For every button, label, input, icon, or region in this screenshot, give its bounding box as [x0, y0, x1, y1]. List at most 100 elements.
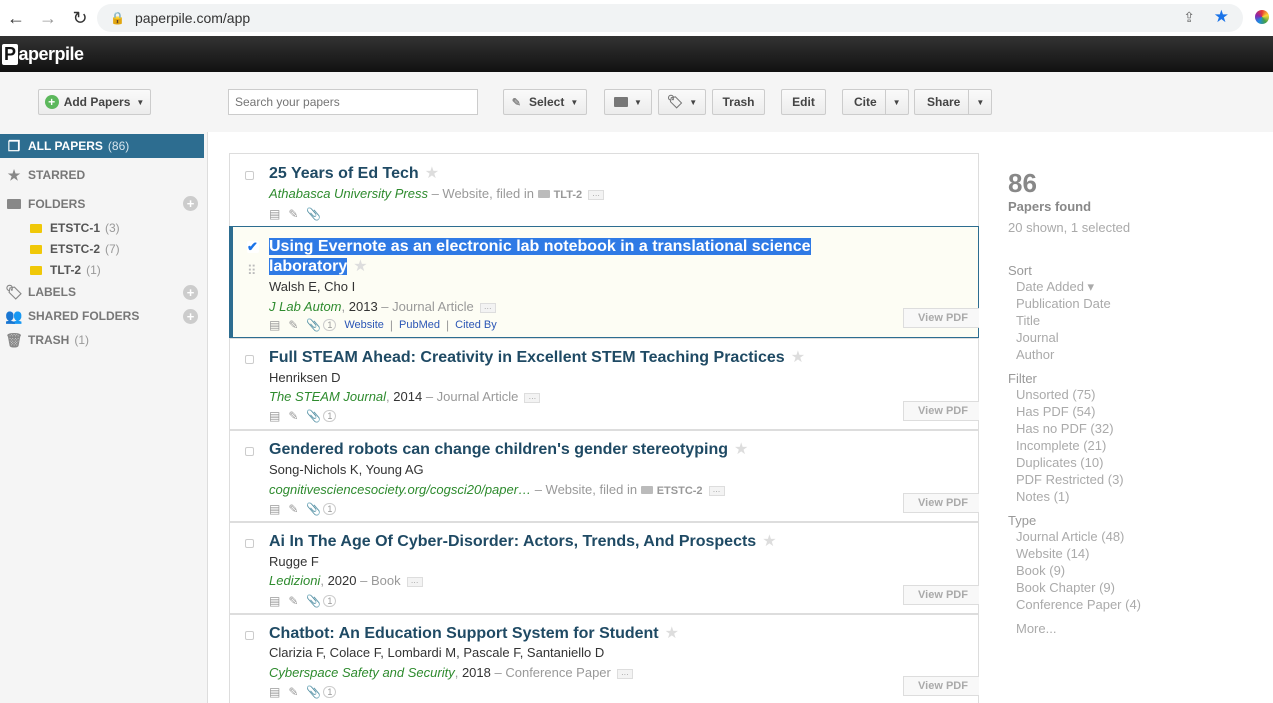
paper-checkbox[interactable] — [245, 539, 254, 548]
sort-option-title[interactable]: Title — [1016, 312, 1258, 329]
cite-button[interactable]: Cite ▼ — [842, 89, 909, 115]
filter-option-notes[interactable]: Notes (1) — [1016, 488, 1258, 505]
paper-row-selected[interactable]: ✔ ⠿ Using Evernote as an electronic lab … — [229, 226, 979, 338]
forward-icon[interactable]: → — [32, 8, 64, 29]
view-pdf-button[interactable]: View PDF — [903, 585, 979, 605]
sort-option-journal[interactable]: Journal — [1016, 329, 1258, 346]
sidebar-item-folders[interactable]: FOLDERS + — [0, 192, 204, 216]
sort-option-publication-date[interactable]: Publication Date — [1016, 295, 1258, 312]
notes-icon[interactable]: ▤ — [269, 594, 280, 608]
paperclip-icon[interactable]: 📎 — [306, 685, 321, 699]
chevron-down-icon[interactable]: ▼ — [884, 90, 908, 114]
label-button[interactable]: 🏷 ▼ — [658, 89, 706, 115]
paper-checkbox[interactable] — [245, 631, 254, 640]
paper-row[interactable]: Chatbot: An Education Support System for… — [229, 614, 979, 703]
sidebar-item-starred[interactable]: ★ STARRED — [0, 163, 204, 187]
pubmed-link[interactable]: PubMed — [399, 319, 440, 331]
more-icon[interactable]: … — [524, 392, 541, 403]
type-option-book-chapter[interactable]: Book Chapter (9) — [1016, 579, 1258, 596]
paperclip-icon[interactable]: 📎 — [306, 502, 321, 516]
filter-option-incomplete[interactable]: Incomplete (21) — [1016, 437, 1258, 454]
pencil-icon[interactable]: ✎ — [288, 594, 298, 608]
add-folder-icon[interactable]: + — [183, 196, 198, 211]
folder-item[interactable]: ETSTC-1 (3) — [30, 218, 120, 238]
star-icon[interactable]: ★ — [734, 441, 748, 458]
type-option-journal-article[interactable]: Journal Article (48) — [1016, 528, 1258, 545]
paperclip-icon[interactable]: 📎 — [306, 318, 321, 332]
paper-row[interactable]: Full STEAM Ahead: Creativity in Excellen… — [229, 338, 979, 430]
paper-checkbox[interactable] — [245, 447, 254, 456]
edit-button[interactable]: Edit — [781, 89, 826, 115]
sidebar-item-all-papers[interactable]: ❐ ALL PAPERS (86) — [0, 134, 204, 158]
filter-option-has-pdf[interactable]: Has PDF (54) — [1016, 403, 1258, 420]
paper-row[interactable]: Gendered robots can change children's ge… — [229, 430, 979, 522]
paper-row[interactable]: 25 Years of Ed Tech ★ Athabasca Universit… — [229, 153, 979, 227]
pencil-icon[interactable]: ✎ — [288, 502, 298, 516]
view-pdf-button[interactable]: View PDF — [903, 401, 979, 421]
notes-icon[interactable]: ▤ — [269, 207, 280, 221]
add-label-icon[interactable]: + — [183, 285, 198, 300]
back-icon[interactable]: ← — [0, 8, 32, 29]
bookmark-star-icon[interactable]: ★ — [1214, 7, 1229, 27]
paper-title[interactable]: Full STEAM Ahead: Creativity in Excellen… — [269, 348, 869, 368]
more-icon[interactable]: … — [708, 485, 725, 496]
notes-icon[interactable]: ▤ — [269, 502, 280, 516]
address-bar[interactable]: 🔒 paperpile.com/app ⇪ ★ — [97, 4, 1243, 32]
share-icon[interactable]: ⇪ — [1183, 9, 1195, 26]
filter-option-duplicates[interactable]: Duplicates (10) — [1016, 454, 1258, 471]
view-pdf-button[interactable]: View PDF — [903, 308, 979, 328]
paper-checkbox[interactable] — [245, 171, 254, 180]
filter-option-pdf-restricted[interactable]: PDF Restricted (3) — [1016, 471, 1258, 488]
filter-option-unsorted[interactable]: Unsorted (75) — [1016, 386, 1258, 403]
website-link[interactable]: Website — [344, 319, 384, 331]
sidebar-item-trash[interactable]: 🗑 TRASH (1) — [0, 328, 204, 352]
folder-tag[interactable]: TLT-2 — [537, 189, 582, 201]
more-icon[interactable]: … — [479, 302, 496, 313]
paper-title[interactable]: Using Evernote as an electronic lab note… — [269, 237, 849, 277]
move-to-folder-button[interactable]: ▼ — [604, 89, 652, 115]
pencil-icon[interactable]: ✎ — [288, 207, 298, 221]
drag-handle-icon[interactable]: ⠿ — [247, 263, 256, 279]
folder-tag[interactable]: ETSTC-2 — [640, 485, 703, 497]
chevron-down-icon[interactable]: ▼ — [968, 90, 991, 114]
type-option-conference-paper[interactable]: Conference Paper (4) — [1016, 596, 1258, 613]
sort-option-date-added[interactable]: Date Added ▾ — [1016, 278, 1258, 295]
type-more-link[interactable]: More... — [1016, 620, 1258, 637]
paperclip-icon[interactable]: 📎 — [306, 207, 321, 221]
pencil-icon[interactable]: ✎ — [288, 409, 298, 423]
star-icon[interactable]: ★ — [425, 165, 439, 182]
trash-button[interactable]: Trash — [712, 89, 765, 115]
sidebar-item-labels[interactable]: 🏷 LABELS + — [0, 280, 204, 304]
more-icon[interactable]: … — [588, 189, 605, 200]
more-icon[interactable]: … — [406, 576, 423, 587]
paper-row[interactable]: Ai In The Age Of Cyber-Disorder: Actors,… — [229, 522, 979, 614]
paper-title[interactable]: Chatbot: An Education Support System for… — [269, 624, 869, 644]
view-pdf-button[interactable]: View PDF — [903, 676, 979, 696]
cited-by-link[interactable]: Cited By — [455, 319, 497, 331]
reload-icon[interactable]: ↻ — [64, 8, 96, 29]
star-icon[interactable]: ★ — [665, 625, 679, 642]
pencil-icon[interactable]: ✎ — [288, 318, 298, 332]
extension-icon[interactable] — [1255, 10, 1269, 24]
type-option-website[interactable]: Website (14) — [1016, 545, 1258, 562]
star-icon[interactable]: ★ — [762, 533, 776, 550]
paper-title[interactable]: Gendered robots can change children's ge… — [269, 440, 869, 460]
share-button[interactable]: Share ▼ — [914, 89, 992, 115]
filter-option-has-no-pdf[interactable]: Has no PDF (32) — [1016, 420, 1258, 437]
folder-item[interactable]: ETSTC-2 (7) — [30, 239, 120, 259]
search-input[interactable] — [228, 89, 478, 115]
notes-icon[interactable]: ▤ — [269, 409, 280, 423]
pencil-icon[interactable]: ✎ — [288, 685, 298, 699]
sidebar-item-shared-folders[interactable]: 👥 SHARED FOLDERS + — [0, 304, 204, 328]
type-option-book[interactable]: Book (9) — [1016, 562, 1258, 579]
paper-title[interactable]: 25 Years of Ed Tech ★ — [269, 164, 829, 184]
paper-title[interactable]: Ai In The Age Of Cyber-Disorder: Actors,… — [269, 532, 869, 552]
add-shared-folder-icon[interactable]: + — [183, 309, 198, 324]
add-papers-button[interactable]: + Add Papers ▼ — [38, 89, 151, 115]
star-icon[interactable]: ★ — [353, 258, 367, 275]
paperclip-icon[interactable]: 📎 — [306, 409, 321, 423]
url-text[interactable]: paperpile.com/app — [135, 10, 250, 26]
paper-checkbox[interactable] — [245, 355, 254, 364]
notes-icon[interactable]: ▤ — [269, 685, 280, 699]
select-button[interactable]: ✎ Select ▼ — [503, 89, 587, 115]
